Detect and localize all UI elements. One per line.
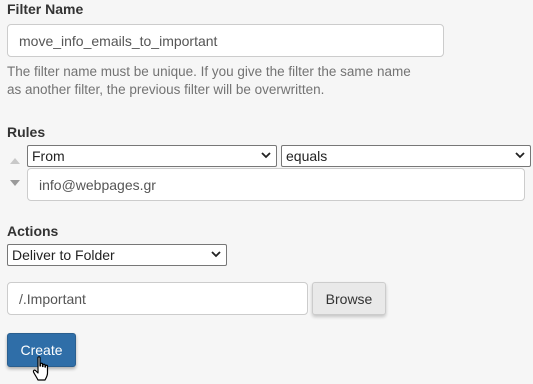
action-select[interactable]: Deliver to Folder (7, 244, 227, 266)
rule-operator-select[interactable]: equals (281, 145, 531, 167)
chevron-down-icon (211, 251, 221, 258)
folder-input[interactable] (7, 282, 308, 315)
browse-button[interactable]: Browse (312, 282, 386, 315)
filter-name-help: The filter name must be unique. If you g… (7, 64, 411, 97)
move-rule-up-icon[interactable] (10, 158, 20, 164)
rules-heading: Rules (7, 124, 46, 140)
rule-field-selected: From (32, 148, 65, 164)
rule-operator-selected: equals (286, 148, 328, 164)
chevron-down-icon (261, 152, 271, 159)
action-selected: Deliver to Folder (12, 247, 115, 263)
chevron-down-icon (515, 152, 525, 159)
actions-heading: Actions (7, 223, 59, 239)
filter-name-input[interactable] (7, 24, 444, 57)
move-rule-down-icon[interactable] (10, 180, 20, 186)
filter-name-heading: Filter Name (7, 1, 84, 17)
rule-field-select[interactable]: From (27, 145, 277, 167)
rule-value-input[interactable] (27, 168, 525, 201)
hand-pointer-icon (32, 356, 49, 381)
filter-form: Filter Name The filter name must be uniq… (0, 0, 533, 384)
